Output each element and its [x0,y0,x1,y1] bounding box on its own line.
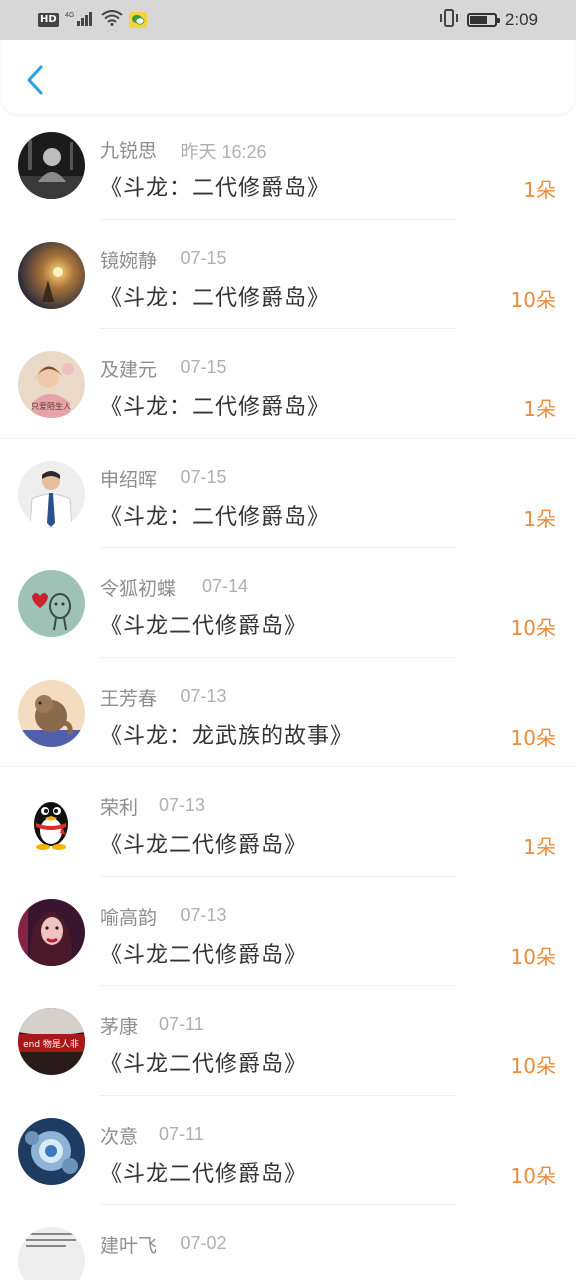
gift-count: 10朵 [510,287,556,312]
list-item[interactable]: 镜婉静 07-15 《斗龙：二代修爵岛》 10朵 [0,220,576,329]
battery-icon [466,13,500,27]
list-item[interactable]: 荣利 07-13 《斗龙二代修爵岛》 1朵 [0,767,576,877]
gift-date: 07-13 [180,685,227,706]
gift-count: 1朵 [523,835,556,859]
list-item[interactable]: 九锐思 昨天 16:26 《斗龙：二代修爵岛》 1朵 [0,110,576,220]
vibrate-icon [439,9,459,31]
book-title[interactable]: 《斗龙：二代修爵岛》 [100,170,330,202]
user-name: 次意 [100,1125,139,1148]
signal-icon: 4G [65,10,95,30]
gift-count: 10朵 [510,725,556,750]
gift-count: 10朵 [510,616,556,640]
avatar[interactable] [18,241,85,309]
avatar-caption: 只爱陌生人 [31,401,71,411]
gift-count: 10朵 [510,1054,556,1078]
avatar[interactable] [18,898,85,966]
book-title[interactable]: 《斗龙二代修爵岛》 [100,937,307,969]
avatar[interactable] [18,789,85,856]
book-title[interactable]: 《斗龙二代修爵岛》 [100,1046,307,1078]
wechat-notification-icon [128,12,147,28]
book-title[interactable]: 《斗龙：二代修爵岛》 [100,389,330,421]
gift-date: 07-14 [202,576,249,596]
status-bar: HD 4G 2:09 [0,0,576,40]
gift-date: 07-13 [180,904,227,925]
gift-count: 10朵 [510,944,556,969]
gift-date: 07-15 [180,247,227,268]
gift-count: 1朵 [523,506,556,531]
list-item[interactable]: end 物是人非 茅康 07-11 《斗龙二代修爵岛》 10朵 [0,986,576,1096]
list-item[interactable]: 令狐初蝶 07-14 《斗龙二代修爵岛》 10朵 [0,548,576,658]
avatar[interactable] [18,460,85,528]
gift-count: 1朵 [523,178,556,202]
book-title[interactable]: 《斗龙：龙武族的故事》 [100,718,353,750]
network-type: 4G [65,12,74,19]
status-time: 2:09 [504,10,538,29]
book-title[interactable]: 《斗龙二代修爵岛》 [100,1156,307,1188]
avatar-caption: end 物是人非 [23,1038,79,1050]
book-title[interactable]: 《斗龙：二代修爵岛》 [100,499,330,531]
user-name: 申绍晖 [100,468,158,491]
wifi-icon [101,10,123,30]
gift-date: 07-13 [159,795,206,815]
user-name: 喻高韵 [100,906,158,929]
gift-record-list: 《斗龙：二代修爵岛》10朵九锐思昨天 16:26《斗龙：二代修爵岛》1朵镜婉静0… [0,22,576,1280]
avatar[interactable]: end 物是人非 [18,1008,85,1075]
gift-date: 昨天 16:26 [180,142,267,162]
book-title[interactable]: 《斗龙二代修爵岛》 [100,608,307,640]
list-item[interactable]: 喻高韵 07-13 《斗龙二代修爵岛》 10朵 [0,877,576,986]
avatar[interactable] [18,132,85,199]
avatar[interactable] [18,1117,85,1185]
gift-count: 10朵 [510,1163,556,1188]
gift-count: 1朵 [523,397,556,421]
avatar[interactable] [18,679,85,747]
hd-indicator: HD [38,13,59,27]
avatar[interactable] [18,1227,85,1280]
user-name: 茅康 [100,1016,139,1038]
user-name: 及建元 [100,359,158,381]
user-name: 镜婉静 [100,249,158,272]
gift-date: 07-02 [180,1233,227,1253]
chevron-left-icon [27,65,43,95]
gift-date: 07-11 [159,1123,204,1144]
battery-level [469,16,487,24]
gift-date: 07-15 [180,466,227,487]
avatar[interactable] [18,570,85,637]
user-name: 建叶飞 [100,1235,158,1257]
back-button[interactable] [20,62,50,98]
gift-date: 07-11 [159,1014,204,1034]
app-header [2,40,574,114]
user-name: 九锐思 [100,140,158,162]
list-item[interactable]: 次意 07-11 《斗龙二代修爵岛》 10朵 [0,1096,576,1205]
avatar[interactable]: 只爱陌生人 [18,351,85,418]
user-name: 令狐初蝶 [100,578,177,600]
list-item[interactable]: 建叶飞 07-02 [0,1205,576,1280]
list-item[interactable]: 只爱陌生人 及建元 07-15 《斗龙：二代修爵岛》 1朵 [0,329,576,439]
list-item[interactable]: 申绍晖 07-15 《斗龙：二代修爵岛》 1朵 [0,439,576,548]
book-title[interactable]: 《斗龙二代修爵岛》 [100,827,307,859]
list-item[interactable]: 王芳春 07-13 《斗龙：龙武族的故事》 10朵 [0,658,576,767]
gift-date: 07-15 [180,357,227,377]
user-name: 王芳春 [100,687,158,710]
user-name: 荣利 [100,797,139,819]
book-title[interactable]: 《斗龙：二代修爵岛》 [100,280,330,312]
